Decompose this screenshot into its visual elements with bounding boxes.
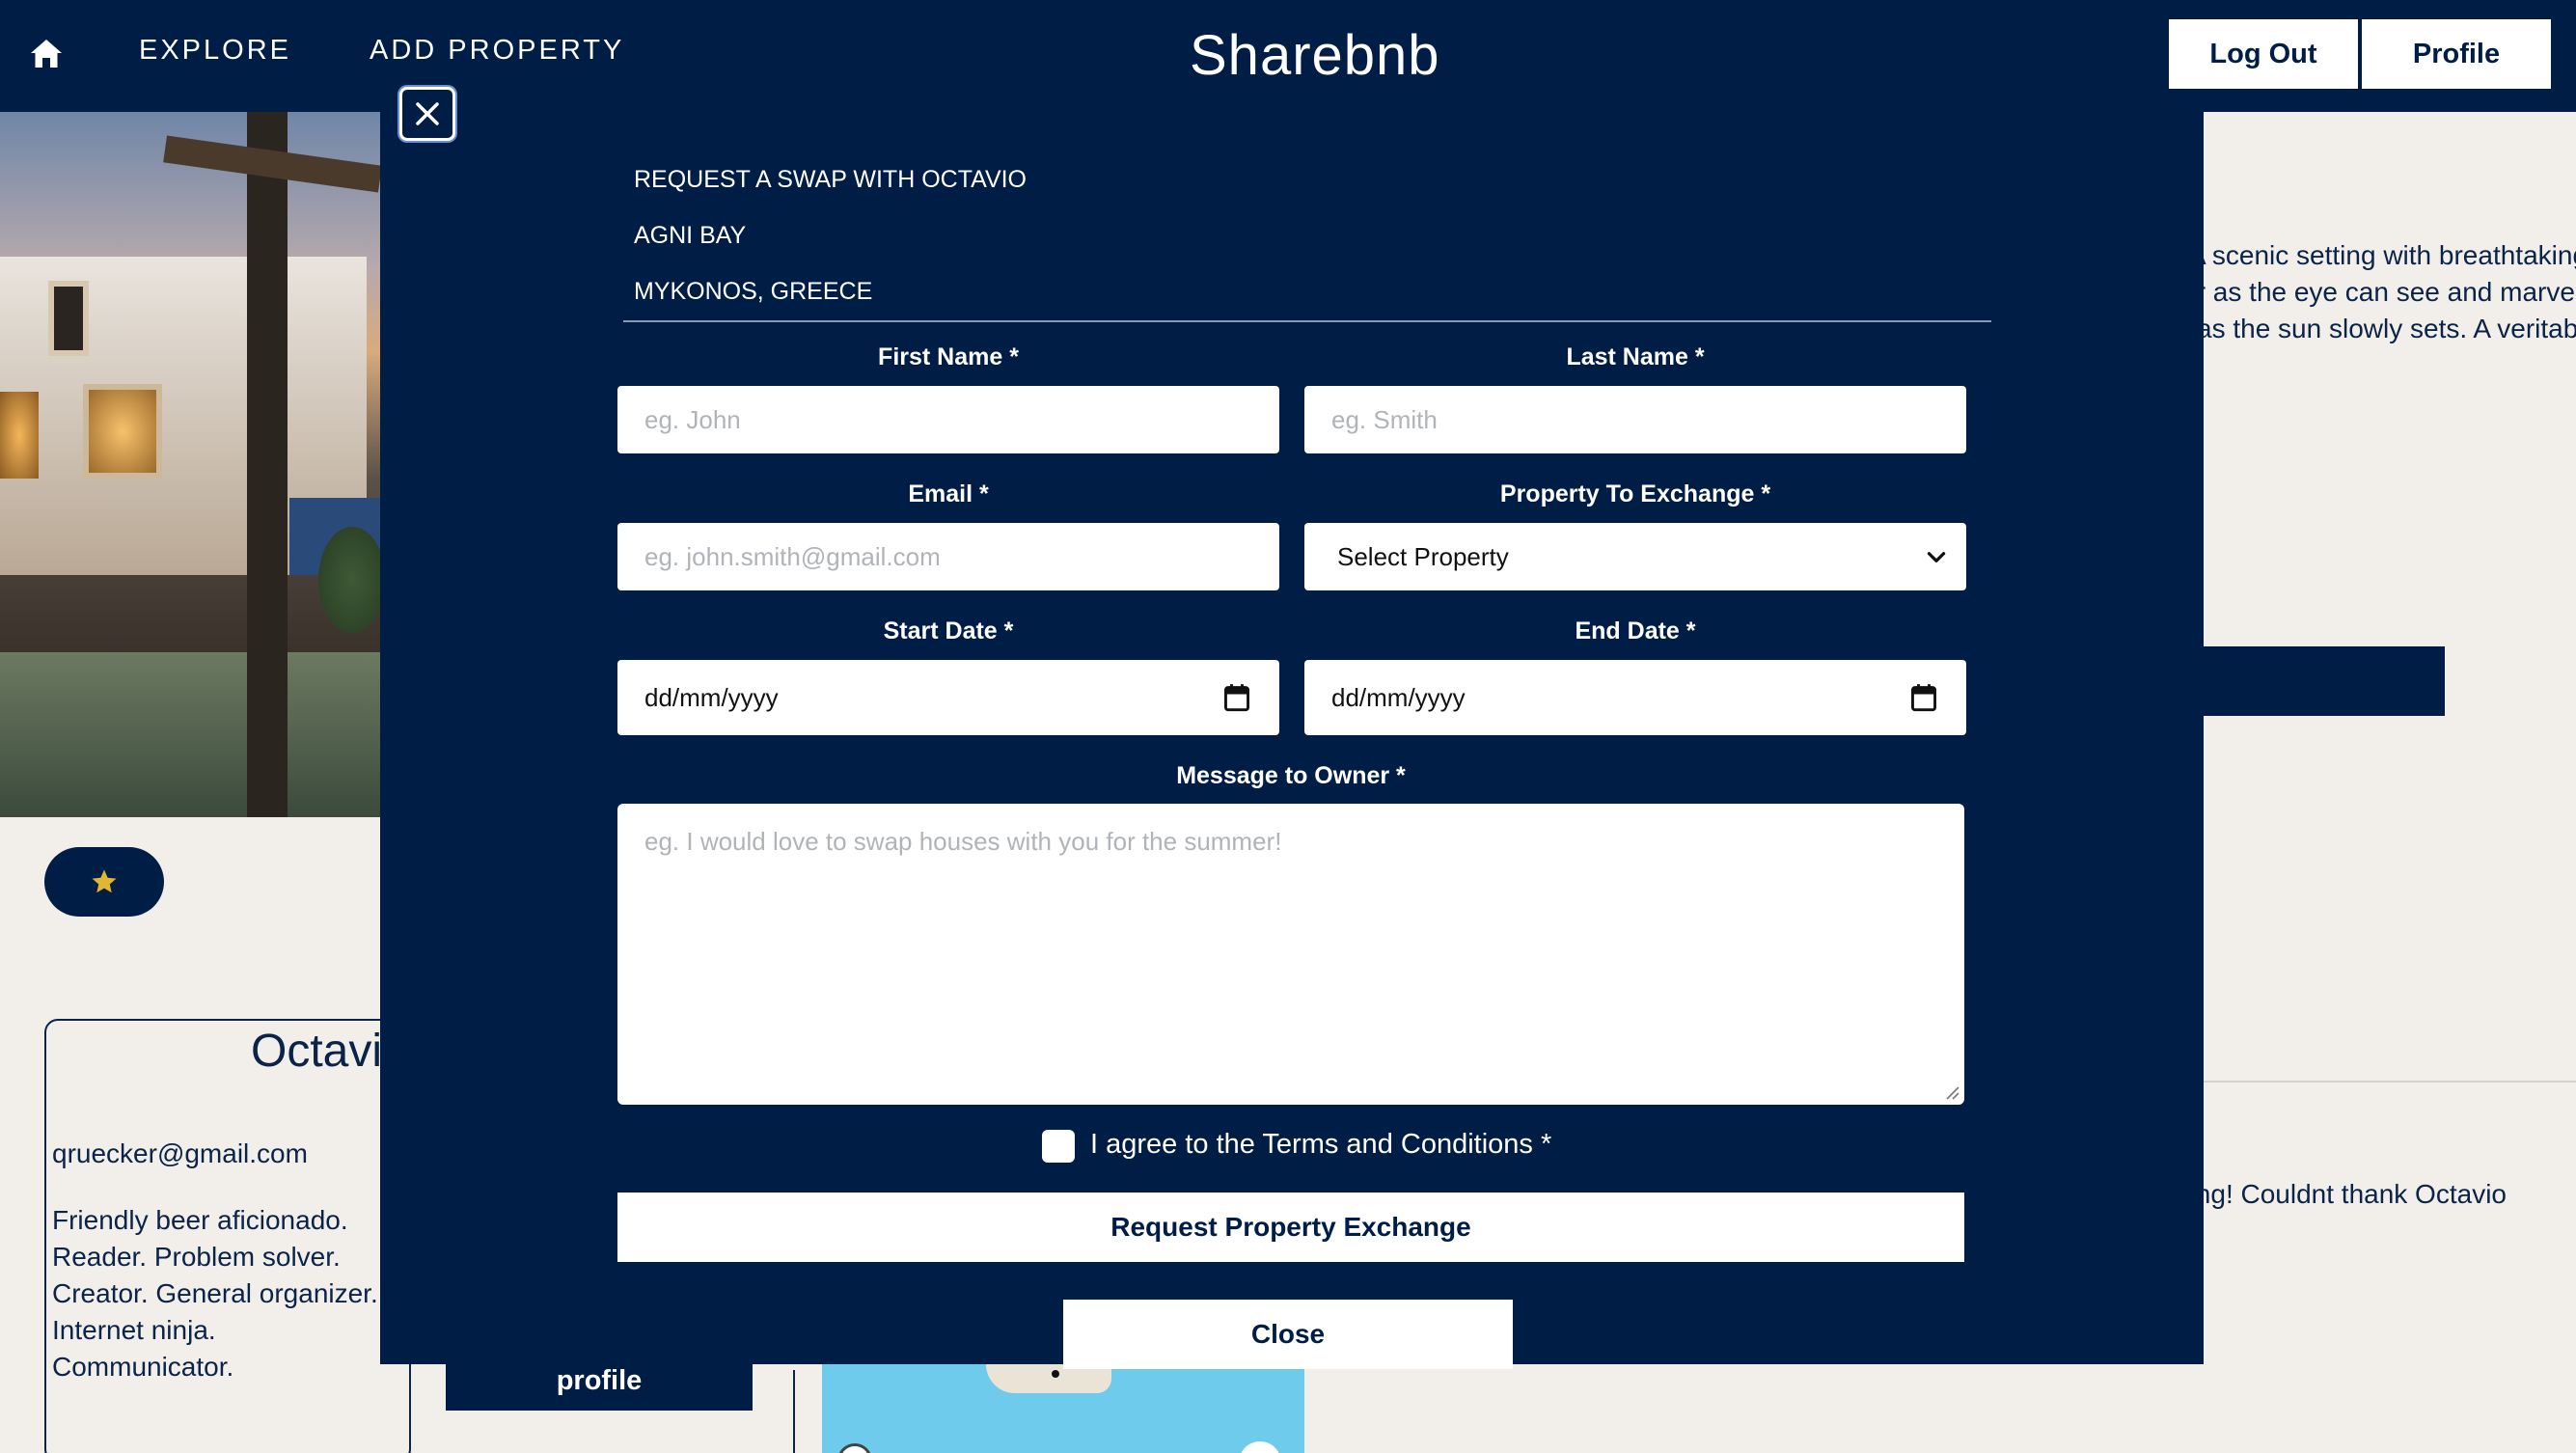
property-select-value: Select Property xyxy=(1337,541,1509,571)
owner-card: Octavio qruecker@gmail.com Friendly beer… xyxy=(44,1019,411,1453)
modal-heading: REQUEST A SWAP WITH OCTAVIO xyxy=(634,166,1028,193)
terms-checkbox[interactable] xyxy=(1042,1130,1075,1163)
end-date-value: dd/mm/yyyy xyxy=(1331,682,1466,712)
profile-button[interactable]: Profile xyxy=(2362,19,2551,89)
map-control[interactable] xyxy=(1239,1441,1281,1453)
description-line: as the sun slowly sets. A veritable kale… xyxy=(2204,314,2576,343)
property-label: Property To Exchange * xyxy=(1499,480,1771,507)
property-select[interactable]: Select Property xyxy=(1304,523,1966,590)
terms-label: I agree to the Terms and Conditions * xyxy=(1090,1129,1552,1160)
start-date-input[interactable]: dd/mm/yyyy xyxy=(617,660,1279,735)
review-text: Amazing! Couldnt thank Octavio xyxy=(2204,1179,2507,1209)
nav-add-property-link[interactable]: ADD PROPERTY xyxy=(370,35,624,67)
chevron-down-icon xyxy=(1927,552,1946,562)
owner-email: qruecker@gmail.com xyxy=(52,1138,308,1168)
end-date-input[interactable]: dd/mm/yyyy xyxy=(1304,660,1966,735)
star-icon xyxy=(92,869,117,893)
email-label: Email * xyxy=(908,480,989,507)
map-control[interactable] xyxy=(837,1443,872,1453)
close-icon xyxy=(416,102,439,125)
start-date-label: Start Date * xyxy=(883,617,1014,644)
resize-handle-icon[interactable] xyxy=(1943,1083,1960,1101)
description-line: as far as the eye can see and marvel at … xyxy=(2204,277,2576,307)
top-nav: EXPLORE ADD PROPERTY Sharebnb Log Out Pr… xyxy=(0,0,2576,112)
last-name-label: Last Name * xyxy=(1566,343,1705,370)
description-line: A scenic setting with breathtaking se xyxy=(2204,240,2576,270)
start-date-value: dd/mm/yyyy xyxy=(644,682,779,712)
request-exchange-button[interactable]: Request Property Exchange xyxy=(617,1193,1964,1262)
location-map[interactable] xyxy=(822,1364,1304,1453)
owner-bio: Friendly beer aficionado. Reader. Proble… xyxy=(52,1205,378,1382)
map-pin-icon xyxy=(1052,1370,1059,1378)
property-hero-image xyxy=(0,112,381,817)
first-name-input[interactable]: eg. John xyxy=(617,386,1279,453)
property-name: AGNI BAY xyxy=(634,222,747,249)
divider xyxy=(623,320,1991,322)
logout-button[interactable]: Log Out xyxy=(2169,19,2358,89)
divider xyxy=(793,1370,795,1453)
favorite-button[interactable] xyxy=(44,847,164,917)
divider xyxy=(2204,1081,2576,1083)
modal-close-button[interactable] xyxy=(399,87,455,141)
last-name-input[interactable]: eg. Smith xyxy=(1304,386,1966,453)
calendar-icon[interactable] xyxy=(1910,683,1937,712)
email-input[interactable]: eg. john.smith@gmail.com xyxy=(617,523,1279,590)
end-date-label: End Date * xyxy=(1575,617,1696,644)
message-label: Message to Owner * xyxy=(1176,762,1406,789)
background-button[interactable] xyxy=(2204,646,2445,716)
nav-explore-link[interactable]: EXPLORE xyxy=(139,35,291,67)
calendar-icon[interactable] xyxy=(1223,683,1250,712)
message-textarea[interactable]: eg. I would love to swap houses with you… xyxy=(617,804,1964,1105)
home-icon[interactable] xyxy=(29,37,64,71)
brand-logo[interactable]: Sharebnb xyxy=(1190,23,1440,88)
property-description: A scenic setting with breathtaking se as… xyxy=(2204,237,2576,347)
first-name-label: First Name * xyxy=(878,343,1019,370)
message-placeholder: eg. I would love to swap houses with you… xyxy=(644,827,1282,856)
close-button[interactable]: Close xyxy=(1063,1300,1513,1369)
property-location: MYKONOS, GREECE xyxy=(634,278,873,305)
